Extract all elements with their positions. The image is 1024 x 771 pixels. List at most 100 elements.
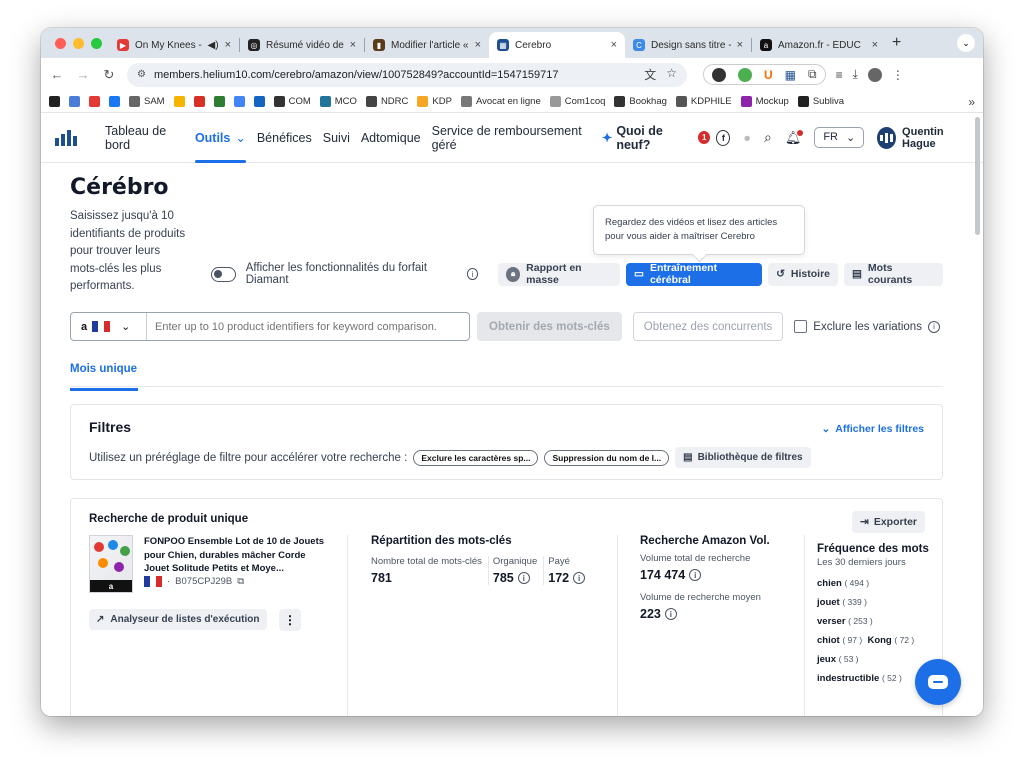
helium10-extension-icon[interactable]: ▦ bbox=[785, 68, 796, 82]
filter-chip-exclude-chars[interactable]: Exclure les caractères sp... bbox=[413, 449, 539, 466]
info-icon[interactable]: i bbox=[689, 569, 702, 581]
bookmark-item[interactable] bbox=[89, 96, 100, 107]
tab-search-icon[interactable]: ⌄ bbox=[957, 34, 975, 52]
extension-u-icon[interactable]: U bbox=[764, 68, 773, 82]
close-tab-icon[interactable]: × bbox=[350, 39, 356, 51]
nav-item[interactable]: Suivi bbox=[323, 113, 350, 163]
language-select[interactable]: FR ⌄ bbox=[814, 127, 865, 148]
common-words-button[interactable]: ▤ Mots courants bbox=[844, 262, 944, 286]
bookmark-item[interactable] bbox=[173, 96, 185, 107]
browser-tab[interactable]: ◎ Résumé vidéo dem × bbox=[240, 32, 364, 58]
close-tab-icon[interactable]: × bbox=[611, 39, 617, 51]
diamond-toggle[interactable] bbox=[211, 266, 236, 282]
bookmark-item[interactable]: COM bbox=[273, 96, 311, 107]
bulk-report-button[interactable]: 🔒︎ Rapport en masse bbox=[498, 262, 621, 286]
bookmark-item[interactable] bbox=[233, 96, 245, 107]
browser-tab[interactable]: C Design sans titre - × bbox=[625, 32, 751, 58]
get-competitors-button[interactable]: Obtenez des concurrents bbox=[632, 312, 784, 341]
whats-new-button[interactable]: ✦ Quoi de neuf? 1 bbox=[602, 124, 711, 152]
exclude-variations-checkbox[interactable]: Exclure les variations i bbox=[794, 320, 940, 333]
user-menu[interactable]: Quentin Hague bbox=[877, 126, 969, 150]
product-identifiers-input[interactable] bbox=[147, 320, 469, 333]
page-scrollbar[interactable] bbox=[975, 117, 980, 235]
bookmark-item[interactable]: SAM bbox=[129, 96, 165, 107]
nav-item[interactable]: Adtomique bbox=[361, 113, 421, 163]
browser-menu-icon[interactable]: ⋮ bbox=[892, 68, 904, 82]
browser-tab[interactable]: ▦ Cerebro × bbox=[489, 32, 625, 58]
address-bar[interactable]: ⚙ members.helium10.com/cerebro/amazon/vi… bbox=[127, 62, 687, 87]
tab-single-month[interactable]: Mois unique bbox=[70, 363, 139, 391]
bookmark-item[interactable] bbox=[109, 96, 120, 107]
close-tab-icon[interactable]: × bbox=[737, 39, 743, 51]
bookmark-item[interactable]: Com1coq bbox=[549, 96, 605, 107]
minimize-window-button[interactable] bbox=[73, 37, 84, 49]
brain-training-button[interactable]: ▭ Entraînement cérébral bbox=[626, 262, 763, 286]
export-button[interactable]: ⇥ Exporter bbox=[852, 511, 925, 533]
bookmark-item[interactable]: Bookhag bbox=[614, 96, 667, 107]
copy-icon[interactable]: ⧉ bbox=[237, 576, 244, 587]
puzzle-icon[interactable]: ⧉ bbox=[808, 67, 817, 82]
filter-library-button[interactable]: ▤ Bibliothèque de filtres bbox=[675, 447, 811, 468]
download-icon[interactable]: ⤓ bbox=[853, 67, 858, 82]
close-window-button[interactable] bbox=[55, 37, 66, 49]
bookmarks-overflow-icon[interactable]: » bbox=[968, 95, 975, 109]
browser-tab[interactable]: ▶ On My Knees - ◀︎) × bbox=[109, 32, 239, 58]
helium10-logo-icon[interactable] bbox=[55, 129, 77, 146]
ai-search-icon[interactable]: ⌕ bbox=[764, 129, 772, 146]
checkbox-box[interactable] bbox=[794, 320, 808, 333]
product-thumbnail[interactable]: a bbox=[89, 535, 133, 593]
nav-item[interactable]: Bénéfices bbox=[257, 113, 312, 163]
bookmark-star-icon[interactable]: ☆ bbox=[666, 66, 677, 83]
zoom-window-button[interactable] bbox=[91, 37, 102, 49]
bookmark-item[interactable]: NDRC bbox=[365, 96, 408, 107]
site-settings-icon[interactable]: ⚙ bbox=[137, 69, 146, 80]
show-filters-button[interactable]: ⌄ Afficher les filtres bbox=[821, 423, 924, 435]
nav-item[interactable]: Service de remboursement géré bbox=[432, 113, 589, 163]
nav-item[interactable]: Outils ⌄ bbox=[194, 113, 246, 163]
close-tab-icon[interactable]: × bbox=[225, 39, 231, 51]
bookmark-item[interactable]: MCO bbox=[319, 96, 357, 107]
bookmark-item[interactable] bbox=[193, 96, 205, 107]
filter-chip-remove-name[interactable]: Suppression du nom de l... bbox=[544, 449, 670, 466]
reading-list-icon[interactable]: ≡ bbox=[836, 68, 843, 82]
info-icon[interactable]: i bbox=[517, 572, 530, 584]
close-tab-icon[interactable]: × bbox=[475, 39, 481, 51]
extension-a-icon[interactable] bbox=[712, 67, 726, 82]
info-icon[interactable]: i bbox=[466, 268, 479, 280]
info-icon[interactable]: i bbox=[927, 320, 940, 333]
bookmark-item[interactable] bbox=[253, 96, 265, 107]
info-icon[interactable]: i bbox=[664, 608, 677, 620]
profile-icon[interactable] bbox=[867, 67, 882, 82]
browser-tab[interactable]: ▮ Modifier l'article « × bbox=[365, 32, 489, 58]
translate-icon[interactable]: 文 bbox=[644, 66, 656, 83]
close-tab-icon[interactable]: × bbox=[872, 39, 878, 51]
product-name[interactable]: FONPOO Ensemble Lot de 10 de Jouets pour… bbox=[144, 535, 324, 576]
speaker-icon[interactable]: ◀︎) bbox=[208, 40, 219, 51]
new-tab-button[interactable]: + bbox=[892, 34, 901, 52]
nav-item[interactable]: Tableau de bord bbox=[105, 113, 184, 163]
bookmark-item[interactable]: KDPHILE bbox=[675, 96, 732, 107]
notification-bell-icon[interactable]: 🔔︎ bbox=[785, 129, 804, 146]
info-icon[interactable]: i bbox=[573, 572, 586, 584]
reload-icon[interactable]: ↻ bbox=[101, 67, 117, 83]
run-list-analyzer-button[interactable]: ↗ Analyseur de listes d'exécution bbox=[89, 609, 267, 630]
exclude-variations-label: Exclure les variations bbox=[813, 320, 922, 333]
extension-b-icon[interactable] bbox=[738, 67, 752, 82]
bookmark-item[interactable]: Mockup bbox=[740, 96, 789, 107]
bookmark-item[interactable] bbox=[69, 96, 80, 107]
history-button[interactable]: ↺ Histoire bbox=[768, 262, 838, 286]
back-icon[interactable]: ← bbox=[49, 67, 65, 82]
marketplace-select[interactable]: a ⌄ bbox=[71, 313, 147, 340]
url-text[interactable]: members.helium10.com/cerebro/amazon/view… bbox=[154, 69, 636, 81]
bookmark-item[interactable] bbox=[49, 96, 60, 107]
more-options-button[interactable]: ⋮ bbox=[279, 609, 301, 631]
chat-support-button[interactable] bbox=[915, 659, 961, 705]
forward-icon[interactable]: → bbox=[75, 67, 91, 82]
facebook-icon[interactable]: f bbox=[716, 129, 731, 146]
bookmark-item[interactable]: Subliva bbox=[797, 96, 844, 107]
get-keywords-button[interactable]: Obtenir des mots-clés bbox=[477, 312, 622, 341]
browser-tab[interactable]: a Amazon.fr - ÉDUC × bbox=[752, 32, 886, 58]
bookmark-item[interactable] bbox=[213, 96, 225, 107]
bookmark-item[interactable]: Avocat en ligne bbox=[460, 96, 541, 107]
bookmark-item[interactable]: KDP bbox=[417, 96, 452, 107]
